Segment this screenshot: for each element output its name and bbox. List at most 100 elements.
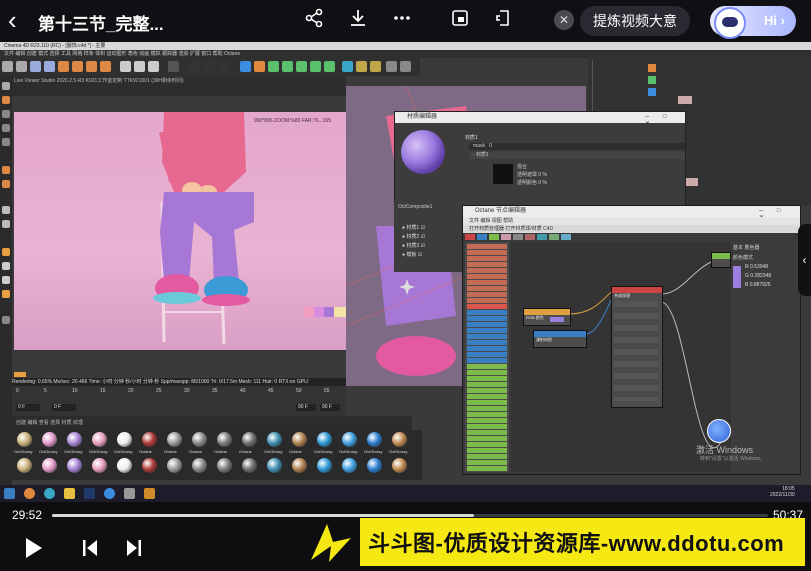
material-ball[interactable] bbox=[292, 432, 307, 447]
layer-item[interactable]: ● 材质3 ☑ bbox=[402, 242, 425, 249]
material-ball[interactable] bbox=[142, 432, 157, 447]
picture-in-picture-icon[interactable] bbox=[448, 8, 472, 32]
node-list-item[interactable] bbox=[467, 268, 507, 273]
material-ball[interactable] bbox=[217, 458, 232, 473]
node-list-item[interactable] bbox=[467, 370, 507, 375]
material-ball[interactable] bbox=[342, 432, 357, 447]
node-list-item[interactable] bbox=[467, 358, 507, 363]
material-ball[interactable] bbox=[317, 432, 332, 447]
node-list-item[interactable] bbox=[467, 310, 507, 315]
node-list-item[interactable] bbox=[467, 424, 507, 429]
material-ball[interactable] bbox=[92, 432, 107, 447]
material-ball[interactable] bbox=[92, 458, 107, 473]
mask-row[interactable]: mask 0 bbox=[469, 143, 685, 150]
properties-tabs[interactable]: 基本 着色器 bbox=[733, 244, 759, 251]
node-list-item[interactable] bbox=[467, 352, 507, 357]
material-ball[interactable] bbox=[392, 432, 407, 447]
play-icon[interactable] bbox=[26, 538, 42, 558]
node-list-item[interactable] bbox=[467, 394, 507, 399]
material-ball[interactable] bbox=[42, 458, 57, 473]
end-frame[interactable]: 90 F bbox=[296, 404, 316, 411]
download-icon[interactable] bbox=[346, 8, 370, 32]
material-ball[interactable] bbox=[342, 458, 357, 473]
material-ball[interactable] bbox=[167, 458, 182, 473]
share-icon[interactable] bbox=[302, 8, 326, 32]
node-list-item[interactable] bbox=[467, 280, 507, 285]
ai-summary-button[interactable]: 提炼视频大意 bbox=[580, 6, 690, 36]
material-ball[interactable] bbox=[117, 432, 132, 447]
node-list-item[interactable] bbox=[467, 430, 507, 435]
node-list-item[interactable] bbox=[467, 454, 507, 459]
material-ball[interactable] bbox=[17, 458, 32, 473]
material-ball[interactable] bbox=[117, 458, 132, 473]
close-icon[interactable]: ✕ bbox=[554, 10, 574, 30]
node-list-item[interactable] bbox=[467, 346, 507, 351]
node-list-item[interactable] bbox=[467, 436, 507, 441]
material-ball[interactable] bbox=[392, 458, 407, 473]
node-list-item[interactable] bbox=[467, 274, 507, 279]
blend-field[interactable]: 混合 bbox=[517, 163, 527, 170]
material-ball[interactable] bbox=[142, 458, 157, 473]
node-list-item[interactable] bbox=[467, 322, 507, 327]
node-list-item[interactable] bbox=[467, 448, 507, 453]
material-ball[interactable] bbox=[267, 432, 282, 447]
node-list-item[interactable] bbox=[467, 340, 507, 345]
node-list-item[interactable] bbox=[467, 262, 507, 267]
node-list-item[interactable] bbox=[467, 244, 507, 249]
layer-item[interactable]: ● 材质2 ☑ bbox=[402, 233, 425, 240]
material-ball[interactable] bbox=[17, 432, 32, 447]
diffuse-material-node[interactable]: 漫射材质 bbox=[533, 330, 587, 348]
material-ball[interactable] bbox=[317, 458, 332, 473]
material-ball[interactable] bbox=[242, 432, 257, 447]
material-ball[interactable] bbox=[67, 432, 82, 447]
node-list-item[interactable] bbox=[467, 412, 507, 417]
video-frame[interactable]: Cinema 4D R23.110 (RC) - [服饰.c4d *] - 主要… bbox=[0, 42, 811, 502]
render-tab[interactable] bbox=[14, 372, 26, 377]
material-ball[interactable] bbox=[292, 458, 307, 473]
current-frame[interactable]: 0 F bbox=[52, 404, 76, 411]
floating-ball-icon[interactable] bbox=[707, 419, 731, 443]
opacity-color-field[interactable]: 透明颜色 0 % bbox=[517, 179, 547, 186]
material-ball[interactable] bbox=[42, 432, 57, 447]
node-list-item[interactable] bbox=[467, 364, 507, 369]
previous-icon[interactable] bbox=[82, 539, 98, 557]
back-icon[interactable]: ‹ bbox=[8, 7, 34, 34]
node-list-item[interactable] bbox=[467, 406, 507, 411]
node-list-item[interactable] bbox=[467, 418, 507, 423]
node-list-item[interactable] bbox=[467, 400, 507, 405]
material-ball[interactable] bbox=[67, 458, 82, 473]
assistant-button[interactable]: Hi › bbox=[710, 6, 796, 39]
node-list-item[interactable] bbox=[467, 250, 507, 255]
material-layer-row[interactable]: · 材质1 bbox=[469, 152, 685, 159]
node-list[interactable] bbox=[465, 242, 509, 472]
rgb-value-row[interactable]: B 0.887925 bbox=[745, 282, 771, 288]
progress-bar[interactable] bbox=[52, 514, 768, 517]
window-controls[interactable]: ─ □ ✕ bbox=[645, 114, 681, 127]
octane-node-editor[interactable]: Octane 节点编辑器 ─ □ ✕ 文件 编辑 视图 帮助 打开材质管理器 打… bbox=[462, 205, 801, 475]
float-window-icon[interactable] bbox=[492, 8, 516, 32]
node-list-item[interactable] bbox=[467, 376, 507, 381]
node-category-tabs[interactable] bbox=[465, 234, 585, 240]
window-controls[interactable]: ─ □ ✕ bbox=[759, 208, 797, 221]
layer-item[interactable]: ● 材质1 ☑ bbox=[402, 224, 425, 231]
material-ball[interactable] bbox=[367, 432, 382, 447]
material-ball[interactable] bbox=[242, 458, 257, 473]
material-output-node[interactable] bbox=[711, 252, 731, 268]
node-list-item[interactable] bbox=[467, 382, 507, 387]
node-list-item[interactable] bbox=[467, 286, 507, 291]
color-swatch[interactable] bbox=[733, 266, 741, 288]
timeline[interactable]: 0 5 10 15 20 25 30 35 40 45 50 55 0 F 0 F 90 F 90 F bbox=[12, 386, 346, 416]
rgb-color-node[interactable]: RGB 颜色 bbox=[523, 308, 571, 326]
node-list-item[interactable] bbox=[467, 388, 507, 393]
node-list-item[interactable] bbox=[467, 334, 507, 339]
node-list-item[interactable] bbox=[467, 466, 507, 471]
layer-item[interactable]: ● 模板 ☑ bbox=[402, 251, 422, 258]
next-icon[interactable] bbox=[126, 539, 142, 557]
material-ball[interactable] bbox=[217, 432, 232, 447]
side-expand-handle[interactable]: ‹ bbox=[798, 224, 811, 296]
node-list-item[interactable] bbox=[467, 442, 507, 447]
start-frame[interactable]: 0 F bbox=[16, 404, 40, 411]
material-ball[interactable] bbox=[267, 458, 282, 473]
node-graph[interactable]: RGB 颜色 漫射材质 合成纹理 bbox=[511, 242, 731, 472]
node-list-item[interactable] bbox=[467, 328, 507, 333]
